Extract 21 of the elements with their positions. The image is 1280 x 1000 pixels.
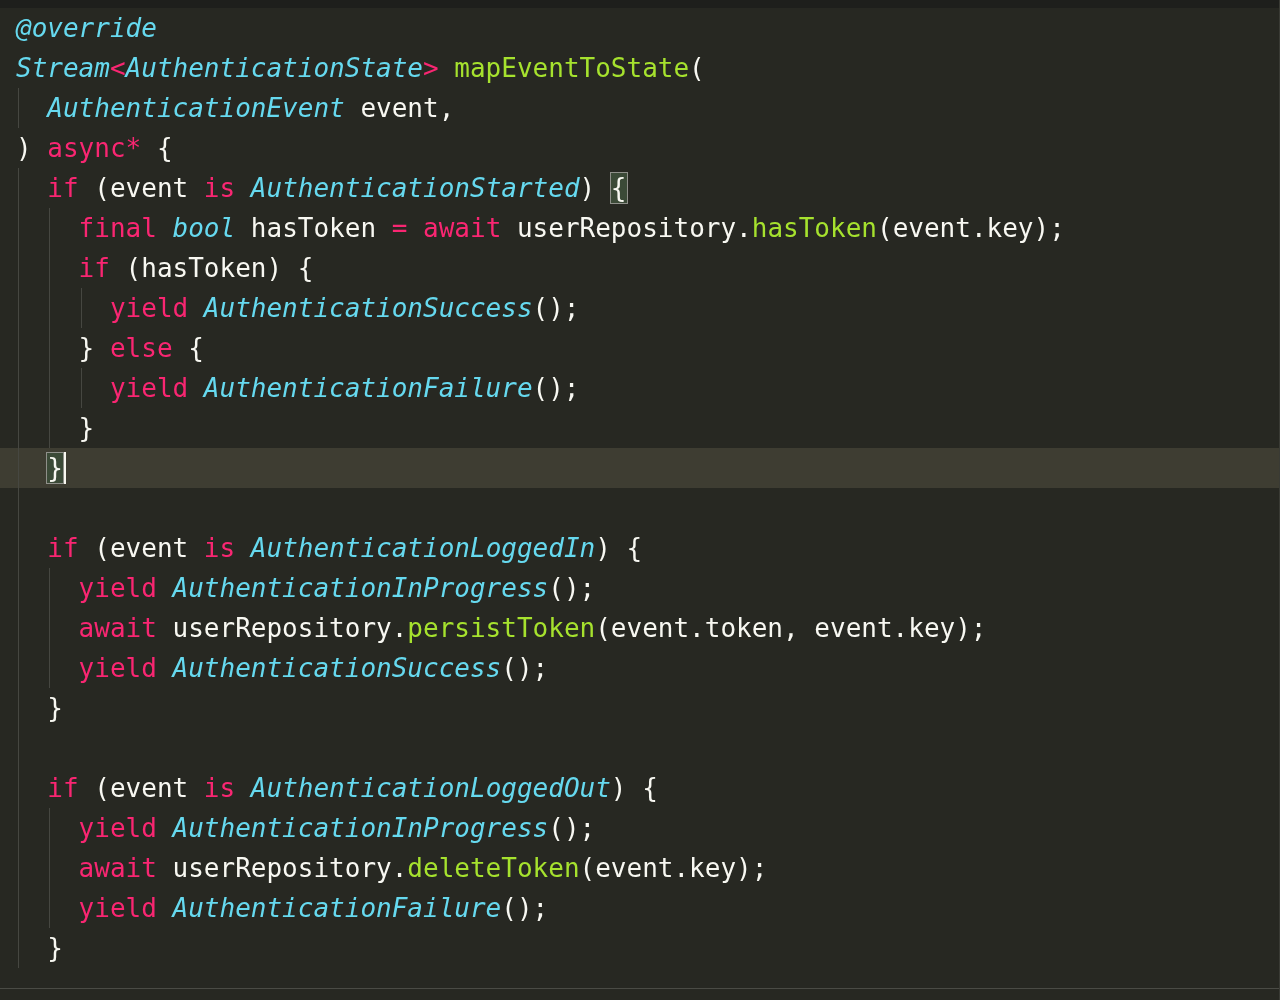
code-line: }: [46, 932, 63, 965]
code-line: } else {: [77, 332, 204, 365]
code-line: Stream<AuthenticationState> mapEventToState(: [16, 52, 705, 85]
code-line: ) async* {: [16, 132, 173, 165]
code-line: if (event is AuthenticationLoggedOut) {: [46, 772, 658, 805]
code-line: yield AuthenticationInProgress();: [77, 572, 596, 605]
code-line: yield AuthenticationInProgress();: [77, 812, 596, 845]
code-line: yield AuthenticationSuccess();: [108, 292, 580, 325]
code-line: await userRepository.persistToken(event.token, event.key);: [77, 612, 987, 645]
code-line: if (event is AuthenticationLoggedIn) {: [46, 532, 643, 565]
code-line: if (hasToken) {: [77, 252, 314, 285]
code-line: }: [77, 412, 95, 445]
code-line: if (event is AuthenticationStarted) {: [46, 172, 627, 205]
code-line: await userRepository.deleteToken(event.key);: [77, 852, 768, 885]
code-line: AuthenticationEvent event,: [45, 92, 455, 125]
code-line: @override: [16, 12, 157, 45]
code-line: yield AuthenticationSuccess();: [77, 652, 549, 685]
code-line: yield AuthenticationFailure();: [108, 372, 580, 405]
code-line: final bool hasToken = await userRepository.hasToken(event.key);: [77, 212, 1065, 245]
code-line: }: [46, 692, 63, 725]
code-line: yield AuthenticationFailure();: [77, 892, 549, 925]
